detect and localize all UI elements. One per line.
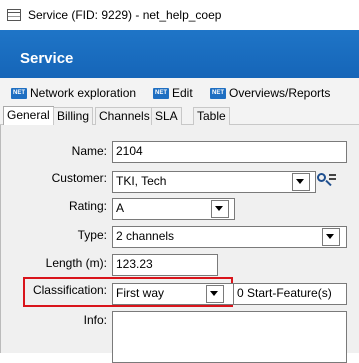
net-icon: NET (153, 87, 169, 99)
type-select[interactable]: 2 channels (112, 226, 347, 248)
name-input[interactable]: 2104 (112, 141, 347, 163)
customer-label: Customer: (51, 171, 107, 185)
window-title: Service (FID: 9229) - net_help_coep (28, 8, 222, 22)
info-label: Info: (83, 313, 107, 327)
rating-dropdown-button[interactable] (211, 200, 229, 218)
length-label: Length (m): (45, 256, 107, 270)
tab-table[interactable]: Table (193, 107, 230, 126)
tab-general[interactable]: General (3, 106, 54, 126)
tab-sla[interactable]: SLA (151, 107, 182, 126)
classification-label: Classification: (32, 283, 107, 297)
network-exploration-menu[interactable]: NET Network exploration (11, 85, 136, 101)
net-icon: NET (11, 87, 27, 99)
network-exploration-label: Network exploration (30, 86, 137, 100)
start-features-field: 0 Start-Feature(s) (233, 283, 347, 305)
net-icon: NET (210, 87, 226, 99)
overviews-reports-label: Overviews/Reports (229, 86, 331, 100)
edit-menu[interactable]: NET Edit (153, 85, 193, 101)
info-textarea[interactable] (112, 311, 347, 363)
type-dropdown-button[interactable] (322, 228, 340, 246)
name-label: Name: (71, 144, 107, 158)
length-input[interactable]: 123.23 (112, 254, 218, 276)
edit-label: Edit (172, 86, 193, 100)
customer-select[interactable]: TKI, Tech (112, 171, 316, 193)
overviews-reports-menu[interactable]: NET Overviews/Reports (210, 85, 330, 101)
classification-dropdown-button[interactable] (206, 285, 224, 303)
customer-dropdown-button[interactable] (292, 173, 310, 191)
rating-label: Rating: (68, 199, 107, 213)
tab-channels[interactable]: Channels (95, 107, 154, 126)
type-label: Type: (77, 228, 107, 242)
page-title: Service (20, 50, 74, 67)
tab-billing[interactable]: Billing (53, 107, 94, 126)
lookup-button[interactable] (314, 171, 338, 191)
window-icon (7, 9, 21, 21)
